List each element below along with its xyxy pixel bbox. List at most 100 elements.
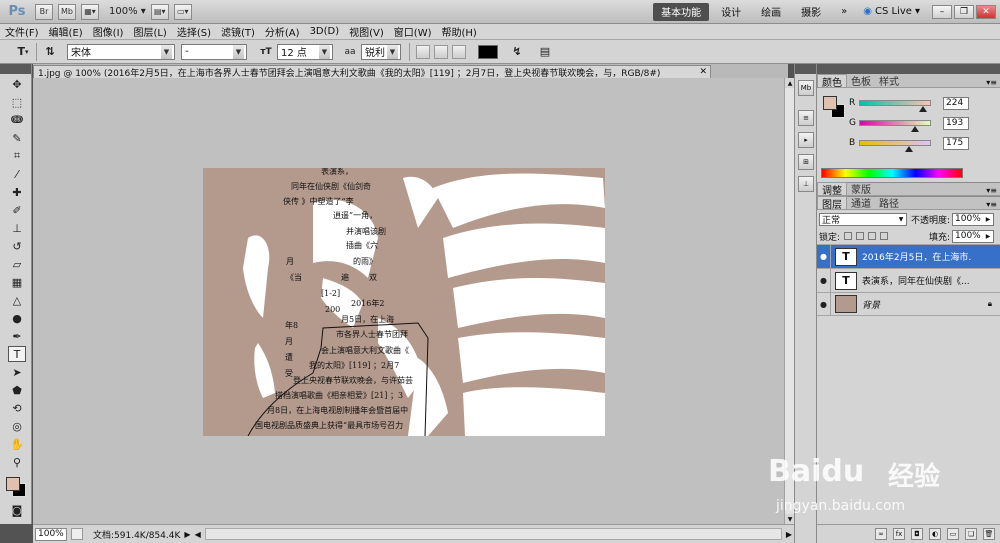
menu-help[interactable]: 帮助(H) bbox=[437, 24, 482, 39]
menu-view[interactable]: 视图(V) bbox=[344, 24, 389, 39]
move-tool-icon[interactable]: ✥ bbox=[8, 76, 26, 92]
foreground-color-swatch[interactable] bbox=[6, 477, 20, 491]
eye-icon[interactable]: ● bbox=[817, 244, 831, 269]
status-menu-arrow-icon[interactable]: ▶ bbox=[184, 530, 190, 539]
clone-source-panel-icon[interactable]: ⊥ bbox=[798, 176, 814, 192]
close-icon[interactable]: ✕ bbox=[699, 67, 707, 77]
menu-edit[interactable]: 编辑(E) bbox=[44, 24, 88, 39]
tab-layers[interactable]: 图层 bbox=[817, 196, 847, 211]
clone-stamp-tool-icon[interactable]: ⊥ bbox=[8, 220, 26, 236]
warp-text-icon[interactable]: ↯ bbox=[508, 43, 526, 61]
eraser-tool-icon[interactable]: ▱ bbox=[8, 256, 26, 272]
document-tab[interactable]: 1.jpg @ 100% (2016年2月5日，在上海市各界人士春节团拜会上演唱… bbox=[33, 65, 711, 78]
menu-window[interactable]: 窗口(W) bbox=[389, 24, 437, 39]
tab-channels[interactable]: 通道 bbox=[847, 196, 875, 210]
green-value-input[interactable]: 193 bbox=[943, 116, 969, 130]
color-spectrum-bar[interactable] bbox=[821, 168, 963, 178]
red-value-input[interactable]: 224 bbox=[943, 96, 969, 110]
character-panel-icon[interactable]: ▤ bbox=[536, 43, 554, 61]
quick-mask-icon[interactable]: ◙ bbox=[8, 502, 26, 518]
lock-transparent-icon[interactable] bbox=[844, 232, 853, 240]
scroll-right-icon[interactable]: ▶ bbox=[786, 530, 792, 539]
tab-masks[interactable]: 蒙版 bbox=[847, 182, 875, 196]
mini-bridge-button[interactable]: Mb bbox=[58, 3, 76, 20]
blur-tool-icon[interactable]: △ bbox=[8, 292, 26, 308]
healing-brush-tool-icon[interactable]: ✚ bbox=[8, 184, 26, 200]
menu-layer[interactable]: 图层(L) bbox=[128, 24, 171, 39]
crop-tool-icon[interactable]: ⌗ bbox=[8, 148, 26, 164]
green-slider-knob[interactable] bbox=[910, 126, 919, 132]
font-style-select[interactable]: - ▼ bbox=[181, 43, 247, 60]
align-left-button[interactable] bbox=[416, 44, 430, 59]
gradient-tool-icon[interactable]: ▦ bbox=[8, 274, 26, 290]
blue-slider-knob[interactable] bbox=[905, 146, 914, 152]
more-workspaces-button[interactable]: » bbox=[833, 3, 855, 21]
eye-icon[interactable]: ● bbox=[817, 292, 831, 316]
trash-icon[interactable]: 🗑︎ bbox=[983, 528, 995, 540]
document-image[interactable]: 表演系， 同年在仙侠剧《仙剑奇 侠传 》中塑造了“李 逍遥”一角， 并演唱该剧 … bbox=[203, 168, 605, 436]
layer-row[interactable]: ● T 2016年2月5日，在上海市... bbox=[817, 244, 1000, 269]
restore-button[interactable]: ❐ bbox=[954, 4, 974, 19]
menu-select[interactable]: 选择(S) bbox=[172, 24, 216, 39]
extras-dropdown[interactable]: ▦▾ bbox=[81, 3, 99, 20]
tab-color[interactable]: 颜色 bbox=[817, 74, 847, 89]
path-selection-tool-icon[interactable]: ➤ bbox=[8, 364, 26, 380]
toggle-text-orientation-icon[interactable]: ⇅ bbox=[41, 43, 59, 61]
screen-mode-button[interactable]: ▭▾ bbox=[173, 3, 192, 20]
cs-live-button[interactable]: ◉ CS Live ▾ bbox=[863, 6, 920, 17]
menu-3d[interactable]: 3D(D) bbox=[305, 26, 345, 37]
minibridge-panel-icon[interactable]: Mb bbox=[798, 80, 814, 96]
horizontal-scrollbar[interactable] bbox=[204, 528, 782, 540]
pen-tool-icon[interactable]: ✒ bbox=[8, 328, 26, 344]
text-color-swatch[interactable] bbox=[478, 44, 498, 59]
brush-tool-icon[interactable]: ✐ bbox=[8, 202, 26, 218]
tool-preset-picker[interactable]: T ▾ bbox=[14, 43, 32, 61]
workspace-essentials[interactable]: 基本功能 bbox=[653, 2, 710, 21]
blend-mode-select[interactable]: 正常 ▼ bbox=[819, 212, 907, 226]
tab-swatches[interactable]: 色板 bbox=[847, 74, 875, 88]
tab-paths[interactable]: 路径 bbox=[875, 196, 903, 210]
bridge-button[interactable]: Br bbox=[35, 3, 53, 20]
hand-tool-icon[interactable]: ✋ bbox=[8, 436, 26, 452]
opacity-input[interactable]: 100% ▶ bbox=[952, 212, 995, 226]
quick-selection-tool-icon[interactable]: ✎ bbox=[8, 130, 26, 146]
layer-row[interactable]: ● 背景 🔒︎ bbox=[817, 292, 1000, 316]
layer-row[interactable]: ● T 表演系，同年在仙侠剧《... bbox=[817, 268, 1000, 293]
fill-input[interactable]: 100% ▶ bbox=[952, 229, 994, 243]
workspace-photography[interactable]: 摄影 bbox=[793, 3, 829, 21]
marquee-tool-icon[interactable]: ⬚ bbox=[8, 94, 26, 110]
lock-image-icon[interactable] bbox=[856, 232, 865, 240]
lock-position-icon[interactable] bbox=[868, 232, 877, 240]
font-family-select[interactable]: 宋体 ▼ bbox=[67, 43, 175, 60]
panel-header[interactable] bbox=[817, 64, 1000, 74]
blue-slider[interactable] bbox=[859, 140, 931, 152]
workspace-design[interactable]: 设计 bbox=[713, 3, 749, 21]
close-window-button[interactable]: ✕ bbox=[976, 4, 996, 19]
panel-menu-icon[interactable]: ▾≡ bbox=[986, 186, 997, 195]
red-slider[interactable] bbox=[859, 100, 931, 112]
zoom-tool-icon[interactable]: ⚲ bbox=[8, 454, 26, 470]
panel-menu-icon[interactable]: ▾≡ bbox=[986, 200, 997, 209]
arrange-documents-button[interactable]: ▤▾ bbox=[150, 3, 169, 20]
color-panel-foreground-swatch[interactable] bbox=[823, 96, 837, 110]
3d-rotate-tool-icon[interactable]: ⟲ bbox=[8, 400, 26, 416]
actions-panel-icon[interactable]: ▸ bbox=[798, 132, 814, 148]
dodge-tool-icon[interactable]: ● bbox=[8, 310, 26, 326]
zoom-level-dropdown[interactable]: 100% ▾ bbox=[109, 6, 146, 17]
tool-presets-panel-icon[interactable]: ⊞ bbox=[798, 154, 814, 170]
toolbox-header[interactable] bbox=[0, 64, 31, 74]
lock-all-icon[interactable] bbox=[880, 232, 889, 240]
tab-adjustments[interactable]: 调整 bbox=[817, 182, 847, 197]
type-tool-icon[interactable]: T bbox=[8, 346, 26, 362]
status-info-icon[interactable] bbox=[71, 528, 83, 540]
tab-styles[interactable]: 样式 bbox=[875, 74, 903, 88]
eye-icon[interactable]: ● bbox=[817, 268, 831, 293]
menu-analysis[interactable]: 分析(A) bbox=[260, 24, 305, 39]
antialias-select[interactable]: 锐利 ▼ bbox=[361, 43, 401, 60]
green-slider[interactable] bbox=[859, 120, 931, 132]
align-center-button[interactable] bbox=[434, 44, 448, 59]
history-panel-icon[interactable]: ≡ bbox=[798, 110, 814, 126]
3d-orbit-tool-icon[interactable]: ◎ bbox=[8, 418, 26, 434]
menu-file[interactable]: 文件(F) bbox=[0, 24, 44, 39]
history-brush-tool-icon[interactable]: ↺ bbox=[8, 238, 26, 254]
